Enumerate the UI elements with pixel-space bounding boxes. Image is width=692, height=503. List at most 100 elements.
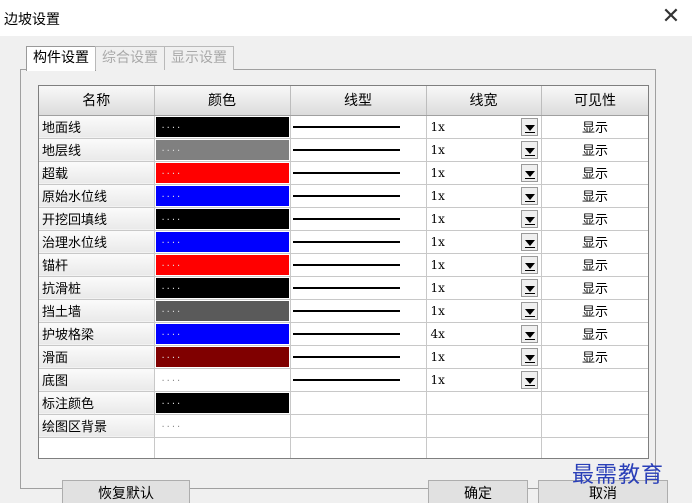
- swatch-dots: ....: [161, 142, 183, 154]
- table-row: 底图.... 1x: [39, 368, 648, 392]
- ok-button[interactable]: 确定: [428, 480, 528, 503]
- color-cell[interactable]: ....: [154, 299, 291, 323]
- color-swatch[interactable]: ....: [155, 415, 289, 436]
- swatch-dots: ....: [161, 326, 183, 338]
- color-swatch[interactable]: ....: [155, 185, 289, 206]
- empty-row: [39, 437, 648, 458]
- color-cell[interactable]: ....: [154, 345, 291, 369]
- color-swatch[interactable]: ....: [155, 323, 289, 344]
- color-cell[interactable]: ....: [154, 161, 291, 185]
- linetype-cell[interactable]: [290, 253, 427, 277]
- color-cell[interactable]: ....: [154, 253, 291, 277]
- column-header-linewidth: 线宽: [426, 86, 542, 116]
- linetype-sample: [292, 194, 400, 197]
- linewidth-cell[interactable]: 1x: [426, 161, 542, 185]
- chevron-down-icon[interactable]: [520, 278, 538, 297]
- linewidth-cell[interactable]: 1x: [426, 345, 542, 369]
- color-swatch[interactable]: ....: [155, 277, 289, 298]
- color-swatch[interactable]: ....: [155, 254, 289, 275]
- visibility-cell[interactable]: 显示: [541, 115, 648, 139]
- linetype-cell[interactable]: [290, 276, 427, 300]
- chevron-down-icon[interactable]: [520, 232, 538, 251]
- table-row: 地面线.... 1x 显示: [39, 115, 648, 139]
- close-icon[interactable]: ✕: [658, 4, 684, 30]
- column-header-color: 颜色: [154, 86, 291, 116]
- linewidth-cell[interactable]: 1x: [426, 299, 542, 323]
- linetype-cell[interactable]: [290, 184, 427, 208]
- color-cell[interactable]: ....: [154, 368, 291, 392]
- watermark-logo: 最需教育: [572, 463, 665, 488]
- empty-cell: [541, 437, 648, 458]
- linetype-cell[interactable]: [290, 230, 427, 254]
- linetype-cell[interactable]: [290, 345, 427, 369]
- color-swatch[interactable]: ....: [155, 346, 289, 367]
- visibility-cell[interactable]: 显示: [541, 299, 648, 323]
- linewidth-cell[interactable]: 1x: [426, 115, 542, 139]
- chevron-down-icon[interactable]: [520, 324, 538, 343]
- color-cell[interactable]: ....: [154, 322, 291, 346]
- chevron-down-icon[interactable]: [520, 370, 538, 389]
- row-name: 锚杆: [39, 253, 155, 277]
- color-swatch[interactable]: ....: [155, 369, 289, 390]
- row-name: 超载: [39, 161, 155, 185]
- color-cell[interactable]: ....: [154, 207, 291, 231]
- visibility-cell[interactable]: 显示: [541, 253, 648, 277]
- color-swatch[interactable]: ....: [155, 300, 289, 321]
- linetype-cell[interactable]: [290, 115, 427, 139]
- color-swatch[interactable]: ....: [155, 162, 289, 183]
- visibility-cell[interactable]: 显示: [541, 230, 648, 254]
- color-swatch[interactable]: ....: [155, 116, 289, 137]
- chevron-down-icon[interactable]: [520, 255, 538, 274]
- linewidth-cell[interactable]: 1x: [426, 207, 542, 231]
- linewidth-cell[interactable]: 1x: [426, 368, 542, 392]
- chevron-down-icon[interactable]: [520, 347, 538, 366]
- linetype-cell[interactable]: [290, 299, 427, 323]
- settings-grid: 名称 颜色 线型 线宽 可见性 地面线.... 1x 显示 地层线.... 1x 显示 超载…: [38, 85, 649, 459]
- linewidth-cell[interactable]: 1x: [426, 276, 542, 300]
- visibility-cell[interactable]: 显示: [541, 276, 648, 300]
- tab-display-settings[interactable]: 显示设置: [164, 46, 234, 70]
- linetype-cell[interactable]: [290, 138, 427, 162]
- chevron-down-icon[interactable]: [520, 301, 538, 320]
- visibility-cell[interactable]: 显示: [541, 138, 648, 162]
- linetype-sample: [292, 378, 400, 381]
- color-cell[interactable]: ....: [154, 276, 291, 300]
- linewidth-value: 1x: [430, 142, 445, 157]
- color-cell[interactable]: ....: [154, 414, 291, 438]
- linetype-cell[interactable]: [290, 161, 427, 185]
- linetype-cell[interactable]: [290, 368, 427, 392]
- color-swatch[interactable]: ....: [155, 208, 289, 229]
- swatch-dots: ....: [161, 211, 183, 223]
- chevron-down-icon[interactable]: [520, 163, 538, 182]
- chevron-down-icon[interactable]: [520, 209, 538, 228]
- linewidth-cell[interactable]: 1x: [426, 253, 542, 277]
- restore-default-button[interactable]: 恢复默认: [62, 480, 190, 503]
- tab-component-settings[interactable]: 构件设置: [26, 46, 96, 71]
- color-swatch[interactable]: ....: [155, 139, 289, 160]
- color-swatch[interactable]: ....: [155, 392, 289, 413]
- visibility-cell[interactable]: 显示: [541, 161, 648, 185]
- chevron-down-icon[interactable]: [520, 117, 538, 136]
- visibility-cell[interactable]: 显示: [541, 184, 648, 208]
- color-swatch[interactable]: ....: [155, 231, 289, 252]
- linewidth-cell[interactable]: 4x: [426, 322, 542, 346]
- linetype-sample: [292, 125, 400, 128]
- linewidth-value: 1x: [430, 280, 445, 295]
- color-cell[interactable]: ....: [154, 138, 291, 162]
- visibility-cell[interactable]: 显示: [541, 207, 648, 231]
- color-cell[interactable]: ....: [154, 184, 291, 208]
- chevron-down-icon[interactable]: [520, 186, 538, 205]
- linewidth-value: 1x: [430, 303, 445, 318]
- color-cell[interactable]: ....: [154, 115, 291, 139]
- color-cell[interactable]: ....: [154, 230, 291, 254]
- tab-general-settings[interactable]: 综合设置: [95, 46, 165, 70]
- visibility-cell[interactable]: 显示: [541, 322, 648, 346]
- linetype-cell[interactable]: [290, 322, 427, 346]
- linewidth-cell[interactable]: 1x: [426, 184, 542, 208]
- linewidth-cell[interactable]: 1x: [426, 138, 542, 162]
- color-cell[interactable]: ....: [154, 391, 291, 415]
- linetype-cell[interactable]: [290, 207, 427, 231]
- visibility-cell[interactable]: 显示: [541, 345, 648, 369]
- chevron-down-icon[interactable]: [520, 140, 538, 159]
- linewidth-cell[interactable]: 1x: [426, 230, 542, 254]
